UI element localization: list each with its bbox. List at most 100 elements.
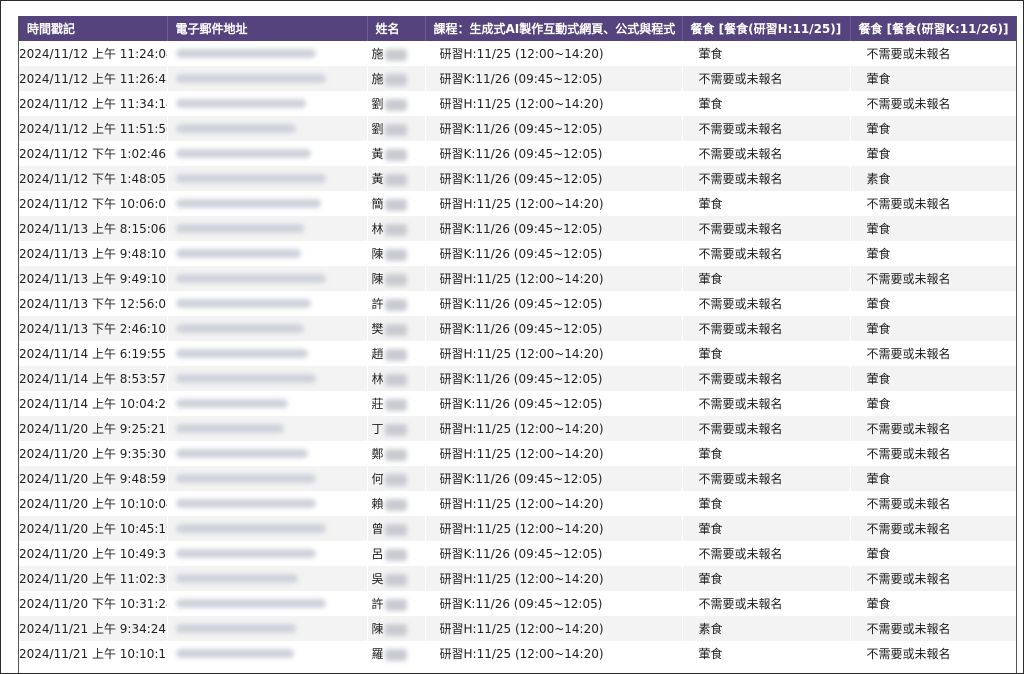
cell-meal-h[interactable]: 葷食 [682, 341, 851, 366]
header-name[interactable]: 姓名 [367, 16, 426, 41]
cell-meal-k[interactable]: 不需要或未報名 [850, 341, 1016, 366]
cell-course[interactable]: 研習K:11/26 (09:45~12:05) [425, 591, 683, 616]
header-meal-k[interactable]: 餐食 [餐食(研習K:11/26)] [850, 16, 1016, 41]
cell-timestamp[interactable]: 2024/11/21 上午 10:10:15 [19, 641, 168, 666]
header-meal-h[interactable]: 餐食 [餐食(研習H:11/25)] [682, 16, 851, 41]
cell-timestamp[interactable]: 2024/11/13 上午 9:49:10 [19, 266, 168, 291]
table-row[interactable]: 2024/11/20 上午 10:49:36 呂 研習K:11/26 (09:45~… [19, 541, 1016, 566]
cell-course[interactable]: 研習K:11/26 (09:45~12:05) [425, 216, 683, 241]
cell-course[interactable]: 研習K:11/26 (09:45~12:05) [425, 541, 683, 566]
cell-timestamp[interactable]: 2024/11/14 上午 8:53:57 [19, 366, 168, 391]
table-row[interactable]: 2024/11/13 下午 12:56:05 許 研習K:11/26 (09:45~… [19, 291, 1016, 316]
cell-timestamp[interactable]: 2024/11/12 上午 11:51:50 [19, 116, 168, 141]
cell-course[interactable]: 研習K:11/26 (09:45~12:05) [425, 466, 683, 491]
cell-name[interactable]: 劉 [367, 91, 426, 116]
cell-meal-h[interactable]: 不需要或未報名 [682, 391, 851, 416]
table-row[interactable]: 2024/11/20 上午 10:10:04 賴 研習H:11/25 (12:00~… [19, 491, 1016, 516]
cell-timestamp[interactable]: 2024/11/13 下午 12:56:05 [19, 291, 168, 316]
cell-course[interactable]: 研習H:11/25 (12:00~14:20) [425, 416, 683, 441]
cell-name[interactable]: 呂 [367, 541, 426, 566]
table-row[interactable]: 2024/11/12 上午 11:24:04 施 研習H:11/25 (12:00~… [19, 41, 1016, 66]
cell-meal-k[interactable]: 不需要或未報名 [850, 441, 1016, 466]
table-row[interactable]: 2024/11/12 上午 11:26:48 施 研習K:11/26 (09:45~… [19, 66, 1016, 91]
cell-email-redacted[interactable] [167, 141, 368, 166]
cell-meal-k[interactable]: 葷食 [850, 141, 1016, 166]
cell-meal-k[interactable]: 不需要或未報名 [850, 491, 1016, 516]
cell-email-redacted[interactable] [167, 266, 368, 291]
cell-name[interactable]: 羅 [367, 641, 426, 666]
cell-timestamp[interactable]: 2024/11/20 上午 10:49:36 [19, 541, 168, 566]
table-row[interactable]: 2024/11/14 上午 8:53:57 林 研習K:11/26 (09:45~1… [19, 366, 1016, 391]
cell-meal-k[interactable]: 素食 [850, 166, 1016, 191]
cell-meal-h[interactable]: 不需要或未報名 [682, 591, 851, 616]
cell-email-redacted[interactable] [167, 191, 368, 216]
cell-email-redacted[interactable] [167, 591, 368, 616]
cell-meal-k[interactable]: 葷食 [850, 391, 1016, 416]
cell-name[interactable]: 許 [367, 591, 426, 616]
cell-meal-k[interactable]: 葷食 [850, 116, 1016, 141]
cell-email-redacted[interactable] [167, 316, 368, 341]
cell-timestamp[interactable]: 2024/11/14 上午 10:04:26 [19, 391, 168, 416]
cell-meal-k[interactable]: 不需要或未報名 [850, 566, 1016, 591]
cell-email-redacted[interactable] [167, 341, 368, 366]
cell-name[interactable]: 陳 [367, 616, 426, 641]
cell-name[interactable]: 林 [367, 216, 426, 241]
cell-course[interactable]: 研習K:11/26 (09:45~12:05) [425, 166, 683, 191]
cell-course[interactable]: 研習H:11/25 (12:00~14:20) [425, 266, 683, 291]
table-row[interactable]: 2024/11/20 上午 9:48:59 何 研習K:11/26 (09:45~1… [19, 466, 1016, 491]
cell-email-redacted[interactable] [167, 616, 368, 641]
cell-name[interactable]: 賴 [367, 491, 426, 516]
cell-meal-k[interactable]: 葷食 [850, 466, 1016, 491]
header-course[interactable]: 課程：生成式AI製作互動式網頁、公式與程式 [425, 16, 683, 41]
cell-email-redacted[interactable] [167, 491, 368, 516]
cell-meal-h[interactable]: 不需要或未報名 [682, 416, 851, 441]
cell-meal-h[interactable]: 素食 [682, 616, 851, 641]
cell-meal-h[interactable]: 不需要或未報名 [682, 66, 851, 91]
cell-meal-k[interactable]: 葷食 [850, 216, 1016, 241]
table-row[interactable]: 2024/11/14 上午 6:19:55 趙 研習H:11/25 (12:00~1… [19, 341, 1016, 366]
cell-meal-h[interactable]: 不需要或未報名 [682, 241, 851, 266]
cell-timestamp[interactable]: 2024/11/12 下午 10:06:01 [19, 191, 168, 216]
cell-name[interactable]: 樊 [367, 316, 426, 341]
cell-name[interactable]: 施 [367, 41, 426, 66]
cell-name[interactable]: 曾 [367, 516, 426, 541]
cell-timestamp[interactable]: 2024/11/20 上午 10:45:19 [19, 516, 168, 541]
cell-name[interactable]: 黃 [367, 141, 426, 166]
table-row[interactable]: 2024/11/12 上午 11:34:14 劉 研習H:11/25 (12:00~… [19, 91, 1016, 116]
cell-name[interactable]: 莊 [367, 391, 426, 416]
cell-meal-k[interactable]: 不需要或未報名 [850, 41, 1016, 66]
cell-name[interactable]: 許 [367, 291, 426, 316]
cell-email-redacted[interactable] [167, 41, 368, 66]
cell-email-redacted[interactable] [167, 566, 368, 591]
cell-timestamp[interactable]: 2024/11/14 上午 6:19:55 [19, 341, 168, 366]
cell-email-redacted[interactable] [167, 366, 368, 391]
cell-email-redacted[interactable] [167, 441, 368, 466]
cell-timestamp[interactable]: 2024/11/12 下午 1:48:05 [19, 166, 168, 191]
table-row[interactable]: 2024/11/21 上午 9:34:24 陳 研習H:11/25 (12:00~1… [19, 616, 1016, 641]
cell-timestamp[interactable]: 2024/11/21 上午 9:34:24 [19, 616, 168, 641]
table-row[interactable]: 2024/11/13 上午 9:49:10 陳 研習H:11/25 (12:00~1… [19, 266, 1016, 291]
cell-timestamp[interactable]: 2024/11/12 上午 11:26:48 [19, 66, 168, 91]
cell-timestamp[interactable]: 2024/11/20 上午 9:48:59 [19, 466, 168, 491]
table-row[interactable]: 2024/11/12 下午 1:48:05 黃 研習K:11/26 (09:45~1… [19, 166, 1016, 191]
cell-name[interactable]: 簡 [367, 191, 426, 216]
cell-meal-h[interactable]: 葷食 [682, 91, 851, 116]
header-email[interactable]: 電子郵件地址 [167, 16, 368, 41]
cell-course[interactable]: 研習K:11/26 (09:45~12:05) [425, 241, 683, 266]
cell-meal-h[interactable]: 不需要或未報名 [682, 541, 851, 566]
cell-meal-h[interactable]: 葷食 [682, 641, 851, 666]
cell-course[interactable]: 研習K:11/26 (09:45~12:05) [425, 141, 683, 166]
table-row[interactable]: 2024/11/20 上午 9:35:30 鄭 研習H:11/25 (12:00~1… [19, 441, 1016, 466]
table-row[interactable]: 2024/11/21 上午 10:10:15 羅 研習H:11/25 (12:00~… [19, 641, 1016, 666]
cell-timestamp[interactable]: 2024/11/13 下午 2:46:10 [19, 316, 168, 341]
cell-name[interactable]: 劉 [367, 116, 426, 141]
cell-meal-h[interactable]: 葷食 [682, 191, 851, 216]
cell-timestamp[interactable]: 2024/11/13 上午 9:48:10 [19, 241, 168, 266]
cell-meal-h[interactable]: 不需要或未報名 [682, 166, 851, 191]
cell-timestamp[interactable]: 2024/11/12 下午 1:02:46 [19, 141, 168, 166]
cell-name[interactable]: 黃 [367, 166, 426, 191]
cell-meal-k[interactable]: 葷食 [850, 291, 1016, 316]
cell-meal-h[interactable]: 葷食 [682, 491, 851, 516]
table-row[interactable]: 2024/11/12 下午 1:02:46 黃 研習K:11/26 (09:45~1… [19, 141, 1016, 166]
cell-name[interactable]: 林 [367, 366, 426, 391]
